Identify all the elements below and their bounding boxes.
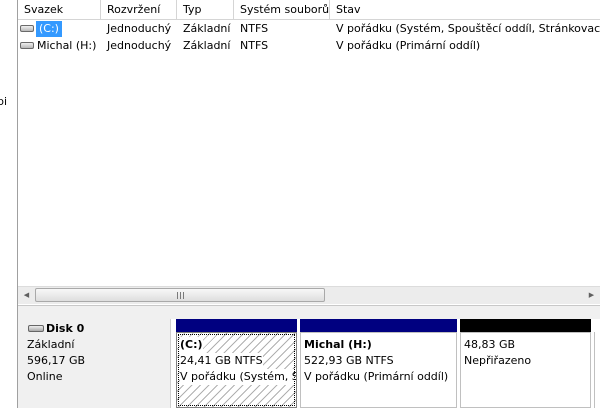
volume-cell: Michal (H:) <box>18 38 101 54</box>
column-header-volume[interactable]: Svazek <box>18 0 101 19</box>
scrollbar-thumb[interactable] <box>35 288 325 302</box>
type-cell: Základní <box>183 22 231 35</box>
partition-status: V pořádku (Systém, S <box>180 369 297 385</box>
disk-type: Základní <box>27 338 75 351</box>
volume-list: Svazek Rozvržení Typ Systém souborů Stav… <box>18 0 600 305</box>
layout-cell: Jednoduchý <box>107 39 172 52</box>
partition-bar <box>460 319 591 332</box>
partition-edge <box>594 332 600 408</box>
type-cell: Základní <box>183 39 231 52</box>
volume-row[interactable]: Michal (H:) Jednoduchý Základní NTFS V p… <box>18 38 600 54</box>
column-header-bar: Svazek Rozvržení Typ Systém souborů Stav <box>18 0 600 20</box>
disk-name: Disk 0 <box>46 322 85 335</box>
partition-size: 24,41 GB NTFS <box>180 353 263 369</box>
filesystem-cell: NTFS <box>240 22 269 35</box>
disk-size: 596,17 GB <box>27 354 86 367</box>
partition-status: V pořádku (Primární oddíl) <box>304 370 449 383</box>
partition-size: 48,83 GB <box>464 338 516 351</box>
left-strip-text: pi <box>0 95 8 108</box>
partition-h[interactable]: Michal (H:) 522,93 GB NTFS V pořádku (Pr… <box>300 319 457 408</box>
partition-size: 522,93 GB NTFS <box>304 354 394 367</box>
column-header-filesystem[interactable]: Systém souborů <box>234 0 330 19</box>
disk-icon <box>28 325 44 332</box>
partition-body: (C:) 24,41 GB NTFS V pořádku (Systém, S <box>176 332 297 408</box>
column-header-layout[interactable]: Rozvržení <box>101 0 177 19</box>
partition-body: Michal (H:) 522,93 GB NTFS V pořádku (Pr… <box>300 332 457 408</box>
drive-icon <box>20 25 34 32</box>
pane-splitter[interactable] <box>18 305 600 320</box>
volume-row[interactable]: (C:) Jednoduchý Základní NTFS V pořádku … <box>18 21 600 37</box>
partition-c[interactable]: (C:) 24,41 GB NTFS V pořádku (Systém, S <box>176 319 297 408</box>
partition-bar <box>176 319 297 332</box>
volume-cell: (C:) <box>18 21 101 37</box>
disk-info[interactable]: Disk 0 Základní 596,17 GB Online <box>18 319 171 408</box>
disk-map: Disk 0 Základní 596,17 GB Online (C:) 24… <box>18 319 600 408</box>
partition-status: Nepřiřazeno <box>464 354 532 367</box>
scroll-left-icon[interactable]: ◀ <box>18 287 35 304</box>
grip-icon <box>177 292 185 299</box>
scroll-right-icon[interactable]: ▶ <box>583 287 600 304</box>
partition-name: (C:) <box>180 337 203 353</box>
volume-name[interactable]: (C:) <box>36 21 62 37</box>
column-header-type[interactable]: Typ <box>177 0 234 19</box>
column-header-status[interactable]: Stav <box>330 0 600 19</box>
layout-cell: Jednoduchý <box>107 22 172 35</box>
left-navigation-strip: pi <box>0 0 18 408</box>
partition-bar <box>300 319 457 332</box>
drive-icon <box>20 42 34 49</box>
volume-name[interactable]: Michal (H:) <box>36 38 99 54</box>
horizontal-scrollbar[interactable]: ◀ ▶ <box>18 286 600 304</box>
partition-body: 48,83 GB Nepřiřazeno <box>460 332 591 408</box>
status-cell: V pořádku (Systém, Spouštěcí oddíl, Strá… <box>336 22 600 35</box>
disk-state: Online <box>27 370 63 383</box>
filesystem-cell: NTFS <box>240 39 269 52</box>
partition-unallocated[interactable]: 48,83 GB Nepřiřazeno <box>460 319 591 408</box>
status-cell: V pořádku (Primární oddíl) <box>336 39 481 52</box>
partition-name: Michal (H:) <box>304 338 372 351</box>
